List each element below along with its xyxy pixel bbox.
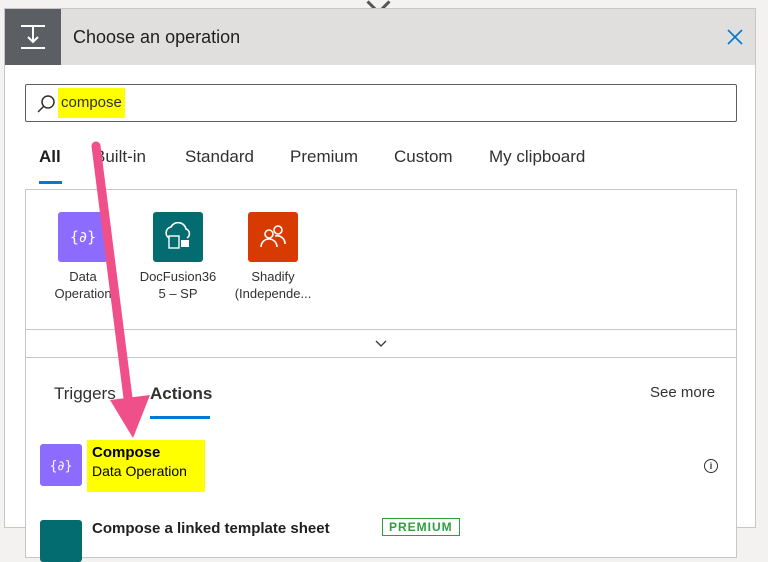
action-next[interactable]: Compose a linked template sheet PREMIUM — [40, 518, 730, 562]
svg-text:{∂}: {∂} — [49, 459, 72, 474]
expand-connectors-button[interactable] — [25, 330, 737, 358]
data-operation-icon: {∂} — [58, 212, 108, 262]
close-icon — [727, 29, 743, 45]
svg-text:{∂}: {∂} — [70, 228, 97, 246]
subtab-active-indicator — [150, 416, 210, 419]
close-button[interactable] — [721, 23, 749, 51]
search-icon — [36, 94, 56, 119]
connector-label-line1: Data — [69, 269, 97, 284]
cloud-document-icon — [40, 520, 82, 562]
premium-badge: PREMIUM — [382, 518, 460, 536]
actions-panel: Triggers Actions See more {∂} Compose Da… — [25, 358, 737, 562]
search-value: compose — [58, 88, 125, 118]
tab-premium[interactable]: Premium — [290, 147, 358, 167]
panel-header: Choose an operation — [5, 9, 755, 65]
action-subtitle: Data Operation — [92, 463, 187, 479]
connector-label-line1: Shadify — [251, 269, 295, 284]
connector-label-line1: DocFusion36 — [139, 269, 217, 284]
people-icon — [248, 212, 298, 262]
connector-shadify[interactable]: Shadify (Independe... — [224, 212, 322, 302]
connector-label-line2: (Independe... — [234, 286, 312, 301]
connector-label-line2: 5 – SP — [158, 286, 198, 301]
operation-step-icon — [5, 9, 61, 65]
search-input[interactable]: compose — [25, 84, 737, 122]
action-compose[interactable]: {∂} Compose Data Operation i — [40, 440, 730, 492]
cloud-document-icon — [153, 212, 203, 262]
tab-custom[interactable]: Custom — [394, 147, 453, 167]
action-title: Compose — [92, 444, 161, 461]
tab-triggers[interactable]: Triggers — [54, 384, 116, 404]
action-text-highlight: Compose Data Operation — [87, 440, 205, 492]
chevron-down-icon — [375, 340, 387, 347]
panel-title: Choose an operation — [73, 27, 241, 47]
tab-my-clipboard[interactable]: My clipboard — [489, 147, 585, 167]
tab-built-in[interactable]: Built-in — [94, 147, 146, 167]
connector-list: {∂} Data Operation DocFusion36 5 – SP Sh… — [25, 189, 737, 330]
choose-operation-panel: Choose an operation compose All Built-in… — [4, 8, 756, 562]
tab-all[interactable]: All — [39, 147, 61, 167]
tab-active-indicator — [39, 181, 62, 184]
connector-data-operation[interactable]: {∂} Data Operation — [34, 212, 132, 302]
action-title: Compose a linked template sheet — [92, 520, 330, 537]
see-more-link[interactable]: See more — [650, 384, 715, 401]
data-operation-icon: {∂} — [40, 444, 82, 486]
info-icon[interactable]: i — [704, 459, 718, 473]
connector-docfusion[interactable]: DocFusion36 5 – SP — [129, 212, 227, 302]
connector-label-line2: Operation — [54, 286, 112, 301]
tab-standard[interactable]: Standard — [185, 147, 254, 167]
tab-actions[interactable]: Actions — [150, 384, 212, 404]
